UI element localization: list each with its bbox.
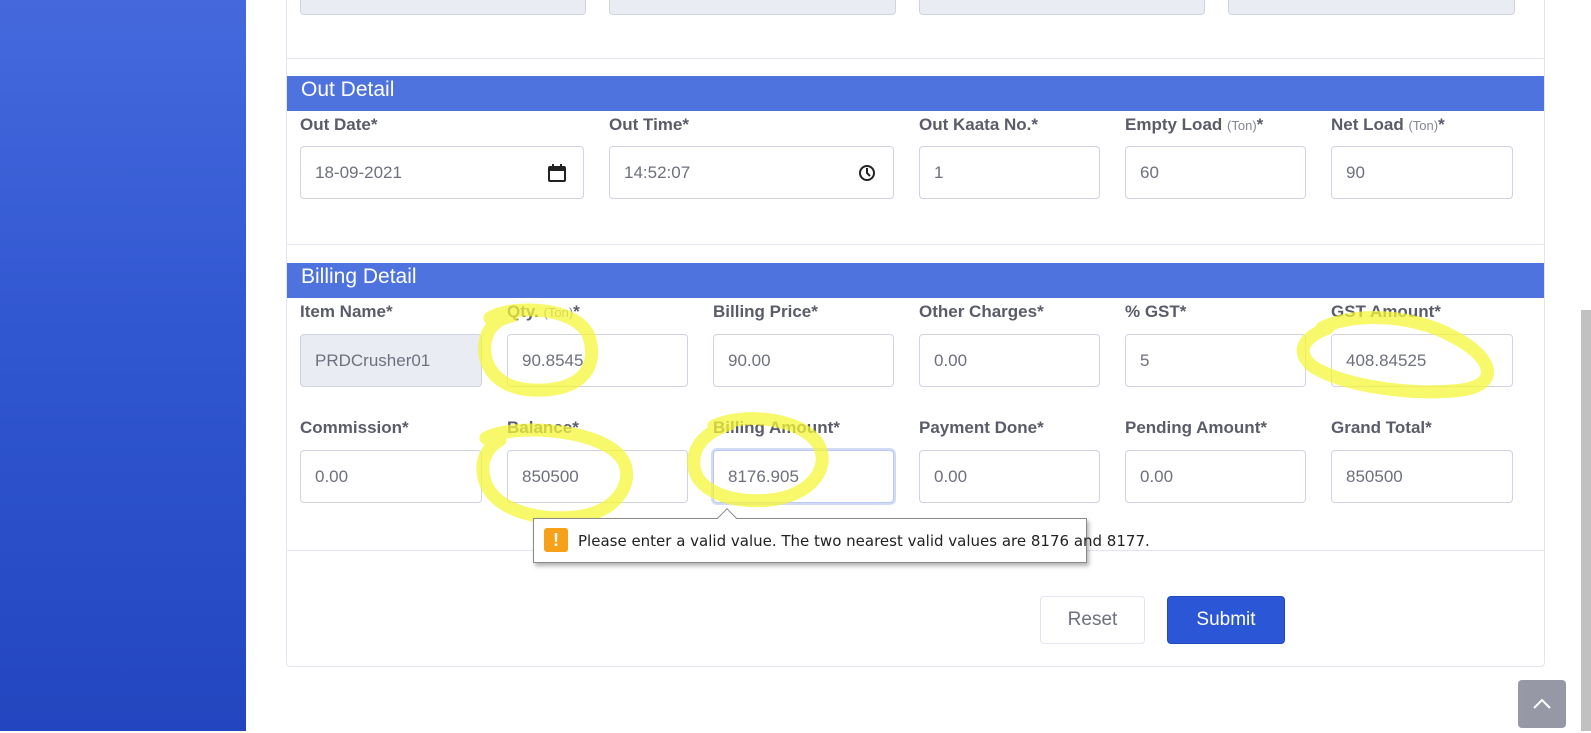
commission-value: 0.00: [315, 467, 349, 486]
billing-price-label: Billing Price*: [713, 302, 818, 321]
validation-message: Please enter a valid value. The two near…: [578, 532, 1150, 550]
out-kaata-label: Out Kaata No.*: [919, 115, 1039, 134]
clock-icon[interactable]: [857, 163, 877, 183]
gst-percent-value: 5: [1140, 351, 1150, 370]
out-time-value: 14:52:07: [624, 163, 691, 182]
qty-value: 90.8545: [522, 351, 584, 370]
commission-label: Commission*: [300, 418, 409, 437]
payment-done-label: Payment Done*: [919, 418, 1044, 437]
out-time-input[interactable]: 14:52:07: [609, 146, 894, 199]
out-date-input[interactable]: 18-09-2021: [300, 146, 584, 199]
pending-amount-label: Pending Amount*: [1125, 418, 1267, 437]
balance-label: Balance*: [507, 418, 579, 437]
out-time-label: Out Time*: [609, 115, 689, 134]
calendar-icon[interactable]: [547, 163, 567, 183]
pending-amount-value: 0.00: [1140, 467, 1174, 486]
main-content: Out Detail Out Date* 18-09-2021 Out Time…: [246, 0, 1591, 731]
net-load-value: 90: [1346, 163, 1365, 182]
qty-label: Qty. (Ton)*: [507, 302, 580, 321]
item-name-label: Item Name*: [300, 302, 393, 321]
previous-field[interactable]: [609, 0, 896, 15]
payment-done-input[interactable]: 0.00: [919, 450, 1100, 503]
pending-amount-input[interactable]: 0.00: [1125, 450, 1306, 503]
submit-button[interactable]: Submit: [1167, 596, 1285, 644]
warning-icon: !: [544, 528, 568, 552]
gst-amount-input[interactable]: 408.84525: [1331, 334, 1513, 387]
empty-load-label: Empty Load (Ton)*: [1125, 115, 1264, 134]
net-load-input[interactable]: 90: [1331, 146, 1513, 199]
out-kaata-input[interactable]: 1: [919, 146, 1100, 199]
validation-tooltip: ! Please enter a valid value. The two ne…: [533, 508, 1150, 563]
payment-done-value: 0.00: [934, 467, 968, 486]
other-charges-value: 0.00: [934, 351, 968, 370]
billing-price-input[interactable]: 90.00: [713, 334, 894, 387]
divider: [287, 58, 1544, 59]
item-name-value: PRDCrusher01: [315, 351, 431, 370]
gst-percent-label: % GST*: [1125, 302, 1187, 321]
empty-load-input[interactable]: 60: [1125, 146, 1306, 199]
net-load-label: Net Load (Ton)*: [1331, 115, 1445, 134]
billing-price-value: 90.00: [728, 351, 771, 370]
balance-value: 850500: [522, 467, 579, 486]
gst-percent-input[interactable]: 5: [1125, 334, 1306, 387]
other-charges-input[interactable]: 0.00: [919, 334, 1100, 387]
out-date-value: 18-09-2021: [315, 163, 402, 182]
grand-total-input[interactable]: 850500: [1331, 450, 1513, 503]
billing-detail-header: Billing Detail: [287, 263, 1544, 298]
empty-load-value: 60: [1140, 163, 1159, 182]
balance-input[interactable]: 850500: [507, 450, 688, 503]
other-charges-label: Other Charges*: [919, 302, 1044, 321]
out-detail-header: Out Detail: [287, 76, 1544, 111]
reset-button[interactable]: Reset: [1040, 596, 1145, 644]
billing-amount-value: 8176.905: [728, 467, 799, 486]
previous-field[interactable]: [919, 0, 1205, 15]
out-date-label: Out Date*: [300, 115, 378, 134]
item-name-input: PRDCrusher01: [300, 334, 482, 387]
previous-field[interactable]: [1228, 0, 1515, 15]
gst-amount-label: GST Amount*: [1331, 302, 1441, 321]
billing-amount-input[interactable]: 8176.905: [713, 450, 894, 503]
qty-input[interactable]: 90.8545: [507, 334, 688, 387]
scroll-to-top-button[interactable]: [1518, 680, 1566, 728]
gst-amount-value: 408.84525: [1346, 351, 1427, 370]
billing-amount-label: Billing Amount*: [713, 418, 840, 437]
divider: [287, 244, 1544, 245]
scrollbar-thumb[interactable]: [1581, 310, 1591, 731]
grand-total-label: Grand Total*: [1331, 418, 1432, 437]
commission-input[interactable]: 0.00: [300, 450, 482, 503]
out-kaata-value: 1: [934, 163, 944, 182]
section-title: Billing Detail: [301, 265, 417, 288]
form-card: Out Detail Out Date* 18-09-2021 Out Time…: [286, 0, 1545, 667]
previous-field[interactable]: [300, 0, 586, 15]
chevron-up-icon: [1533, 698, 1551, 709]
section-title: Out Detail: [301, 78, 395, 101]
sidebar: [0, 0, 246, 731]
grand-total-value: 850500: [1346, 467, 1403, 486]
